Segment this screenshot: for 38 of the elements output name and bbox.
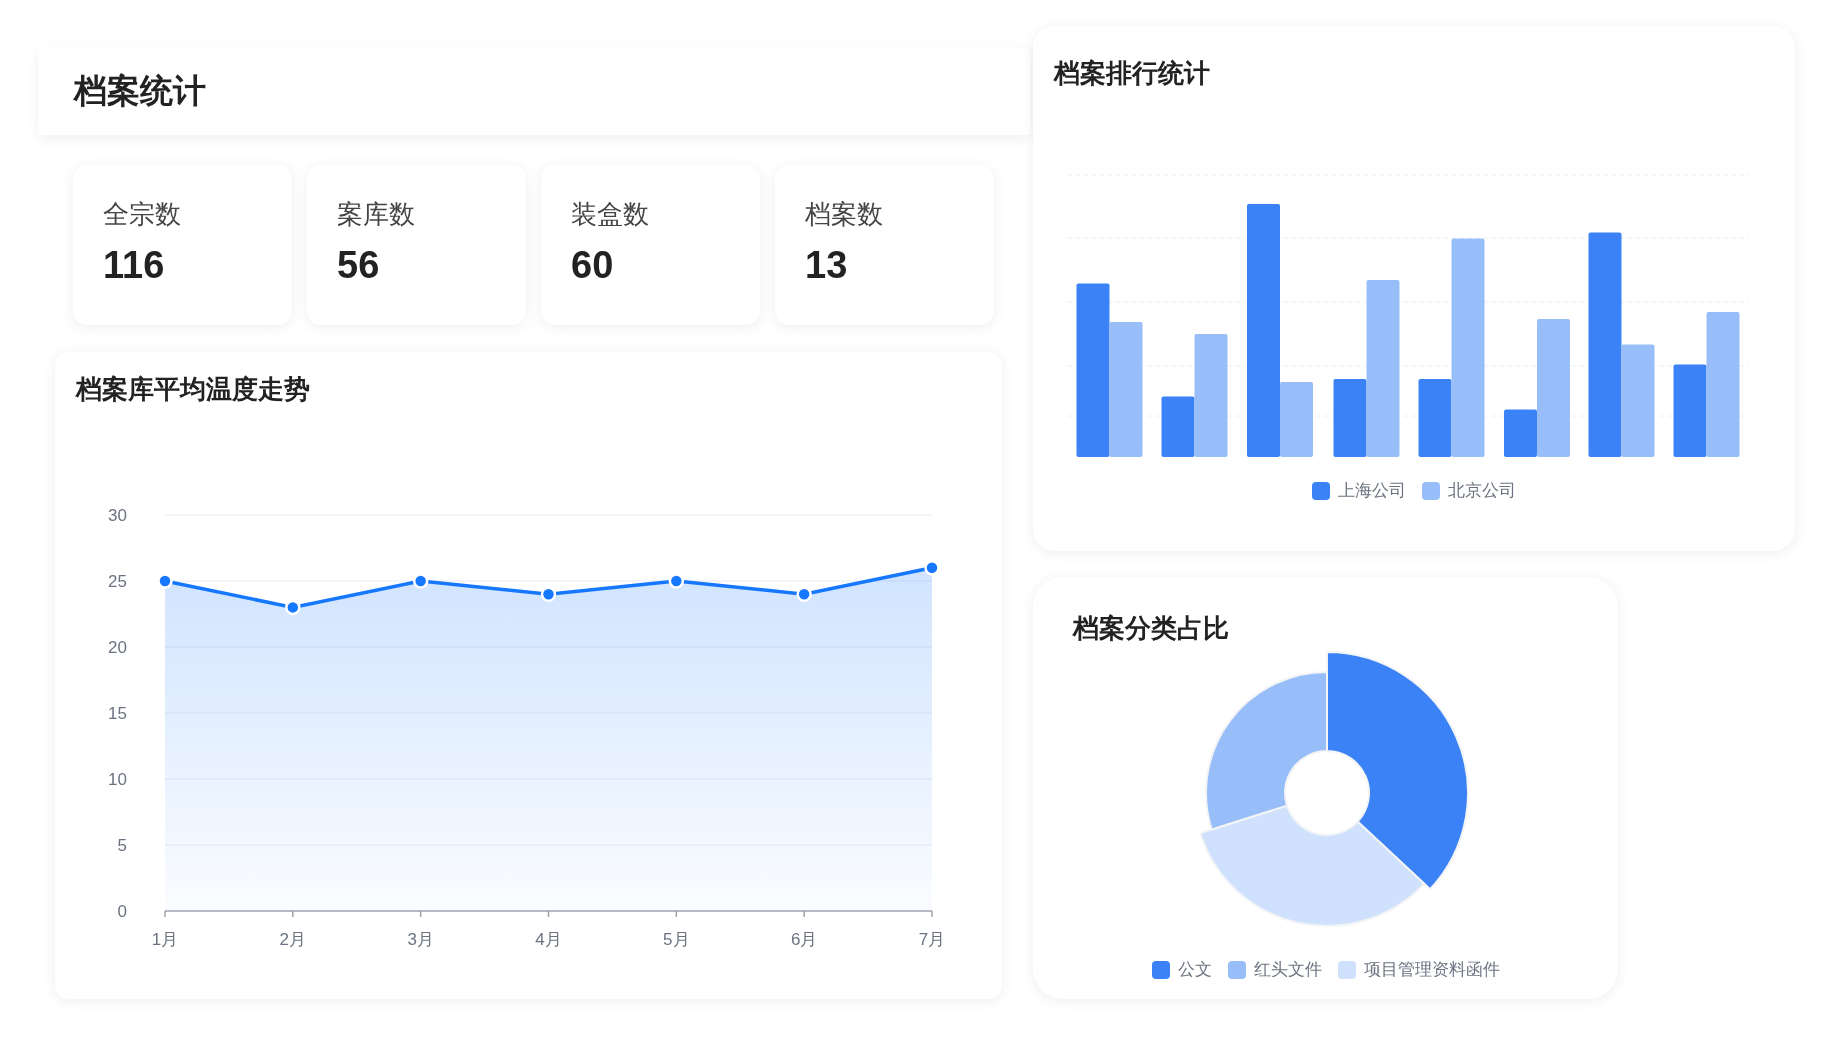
card-title: 档案分类占比 (1073, 615, 1230, 641)
legend-label: 公文 (1177, 959, 1212, 981)
y-tick-label: 0 (117, 902, 127, 921)
legend-label: 上海公司 (1338, 480, 1406, 502)
y-tick-label: 5 (117, 836, 127, 855)
stat-value: 56 (337, 246, 381, 284)
data-point (668, 573, 685, 589)
stat-label: 全宗数 (103, 198, 182, 231)
legend-label: 项目管理资料函件 (1363, 959, 1500, 981)
stat-label: 案库数 (337, 198, 416, 231)
stat-value: 60 (571, 246, 615, 284)
data-point (412, 573, 429, 589)
x-tick-label: 3月 (407, 930, 434, 949)
y-tick-label: 15 (108, 704, 127, 723)
data-point (157, 573, 173, 589)
data-point (285, 599, 301, 616)
stat-value: 13 (805, 246, 849, 284)
x-tick-label: 5月 (663, 930, 690, 949)
card-title: 档案排行统计 (1054, 60, 1211, 86)
data-point (924, 560, 940, 576)
y-tick-label: 30 (108, 506, 127, 525)
x-tick-label: 1月 (151, 930, 179, 949)
y-tick-label: 25 (108, 572, 127, 591)
x-tick-label: 4月 (535, 930, 562, 949)
x-tick-label: 6月 (790, 930, 818, 949)
x-tick-label: 2月 (279, 930, 307, 949)
stat-label: 装盒数 (571, 198, 650, 231)
y-tick-label: 20 (108, 638, 127, 657)
data-point (796, 586, 812, 602)
data-point (540, 586, 557, 602)
x-tick-label: 7月 (918, 930, 946, 949)
stat-value: 116 (103, 246, 166, 284)
legend-label: 红头文件 (1253, 959, 1322, 981)
stat-label: 档案数 (805, 198, 884, 231)
y-tick-label: 10 (108, 770, 127, 789)
card-title: 档案库平均温度走势 (76, 376, 311, 402)
page-title: 档案统计 (74, 71, 206, 112)
legend-label: 北京公司 (1448, 480, 1516, 502)
